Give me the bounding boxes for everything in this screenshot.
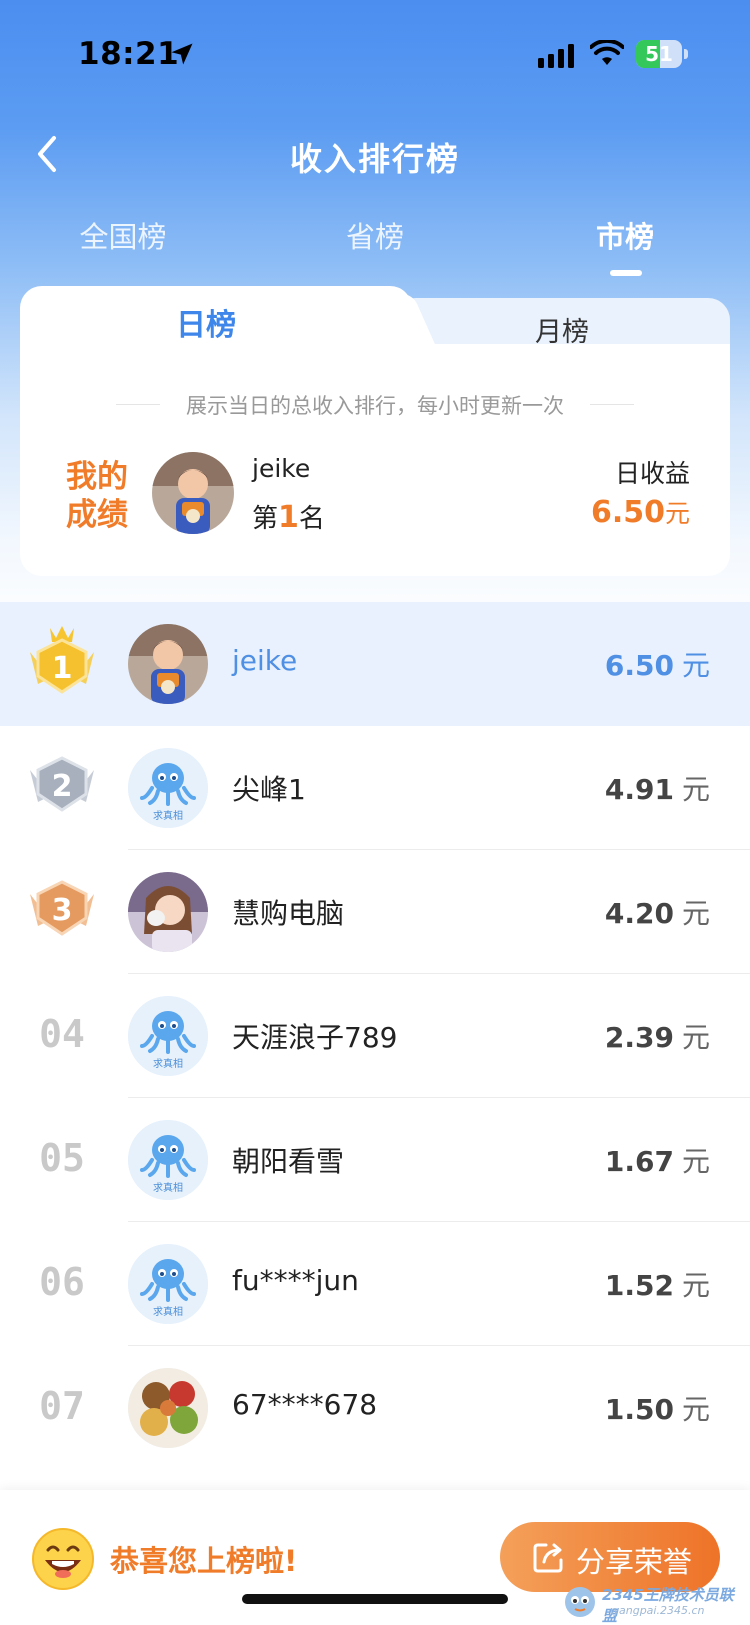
earnings-amount: 6.50: [590, 495, 665, 530]
row-earnings-unit: 元: [681, 1145, 710, 1178]
row-earnings-value: 2.39: [604, 1021, 674, 1054]
avatar: 求真相: [128, 1244, 208, 1324]
ranking-row[interactable]: 3 慧购电脑 4.20 元: [0, 850, 750, 974]
rank-number: 05: [39, 1136, 85, 1180]
watermark-sub: wangpai.2345.cn: [610, 1604, 705, 1617]
rank-prefix: 第: [252, 504, 279, 534]
my-rank: 第1名: [252, 498, 325, 535]
row-earnings: 6.50 元: [605, 644, 710, 684]
row-earnings-value: 1.50: [604, 1393, 674, 1426]
row-earnings-value: 6.50: [604, 649, 674, 682]
battery-indicator: 51: [636, 40, 688, 68]
rank-number: 04: [39, 1012, 85, 1056]
cellular-signal-icon: [538, 44, 574, 68]
my-avatar: [152, 452, 234, 534]
my-username: jeike: [252, 454, 311, 483]
row-earnings: 1.67 元: [605, 1140, 710, 1180]
mascot-icon: [565, 1587, 595, 1617]
row-username: 天涯浪子789: [232, 1021, 398, 1054]
rank-number: 1: [278, 500, 299, 535]
row-earnings: 1.52 元: [605, 1264, 710, 1304]
row-earnings-value: 1.67: [604, 1145, 674, 1178]
ranking-row[interactable]: 1 jeike 6.50 元: [0, 602, 750, 726]
row-earnings-unit: 元: [681, 1021, 710, 1054]
home-indicator[interactable]: [242, 1594, 508, 1604]
my-score-card: 日榜 月榜 展示当日的总收入排行，每小时更新一次 我的成绩 jeike 第1名 …: [20, 286, 730, 576]
congrats-message: 恭喜您上榜啦!: [110, 1544, 298, 1578]
share-honor-button[interactable]: 分享荣誉: [500, 1522, 720, 1592]
smiling-face-icon: [32, 1528, 94, 1590]
row-earnings: 1.50 元: [605, 1388, 710, 1428]
avatar: [128, 624, 208, 704]
avatar: [128, 872, 208, 952]
row-earnings-unit: 元: [681, 1269, 710, 1302]
avatar: 求真相: [128, 996, 208, 1076]
rank-label: 2: [52, 769, 73, 804]
ranking-list: 1 jeike 6.50 元 2 求真相 尖峰1 4.91 元 3 慧购电脑 4…: [0, 602, 750, 1470]
avatar: 求真相: [128, 1120, 208, 1200]
row-username: jeike: [232, 644, 298, 677]
my-score-label: 我的成绩: [66, 459, 128, 533]
period-hint: 展示当日的总收入排行，每小时更新一次: [186, 394, 564, 418]
ranking-row[interactable]: 05 求真相 朝阳看雪 1.67 元: [0, 1098, 750, 1222]
row-earnings-value: 4.20: [604, 897, 674, 930]
watermark: 2345王牌技术员联盟 wangpai.2345.cn: [562, 1584, 742, 1625]
page-title: 收入排行榜: [289, 140, 460, 178]
rank-label: 3: [52, 893, 73, 928]
daily-earnings-value: 6.50元: [591, 494, 690, 530]
row-earnings: 4.20 元: [605, 892, 710, 932]
rank-number: 06: [39, 1260, 85, 1304]
row-username: 67****678: [232, 1388, 378, 1421]
row-username: 尖峰1: [232, 773, 306, 806]
earnings-unit: 元: [664, 499, 690, 528]
share-icon: [533, 1543, 563, 1573]
rank-suffix: 名: [298, 504, 325, 534]
row-username: 朝阳看雪: [232, 1145, 345, 1178]
tab-city[interactable]: 市榜: [550, 214, 700, 256]
tab-monthly-label[interactable]: 月榜: [394, 310, 730, 349]
ranking-row[interactable]: 06 求真相 fu****jun 1.52 元: [0, 1222, 750, 1346]
octopus-caption: 求真相: [153, 1057, 183, 1070]
bronze-medal-icon: 3: [30, 880, 94, 936]
octopus-caption: 求真相: [153, 809, 183, 822]
octopus-caption: 求真相: [153, 1305, 183, 1318]
octopus-avatar-icon: 求真相: [128, 996, 208, 1076]
scope-tabs: 全国榜 省榜 市榜: [0, 214, 750, 276]
rank-number: 07: [39, 1384, 85, 1428]
battery-level: 51: [645, 42, 673, 66]
row-earnings-unit: 元: [681, 897, 710, 930]
ranking-row[interactable]: 2 求真相 尖峰1 4.91 元: [0, 726, 750, 850]
octopus-avatar-icon: 求真相: [128, 748, 208, 828]
row-earnings-unit: 元: [681, 649, 710, 682]
rank-label: 1: [52, 651, 73, 686]
status-bar: 18:21 51: [0, 0, 750, 100]
location-arrow-icon: [171, 43, 193, 65]
octopus-avatar-icon: 求真相: [128, 1244, 208, 1324]
active-tab-indicator: [610, 270, 642, 276]
row-earnings-unit: 元: [681, 773, 710, 806]
avatar: 求真相: [128, 748, 208, 828]
row-username: fu****jun: [232, 1264, 359, 1297]
row-username: 慧购电脑: [232, 897, 345, 930]
octopus-avatar-icon: 求真相: [128, 1120, 208, 1200]
tab-national[interactable]: 全国榜: [48, 214, 198, 256]
row-earnings-unit: 元: [681, 1393, 710, 1426]
tab-province[interactable]: 省榜: [300, 214, 450, 256]
ranking-row[interactable]: 04 求真相 天涯浪子789 2.39 元: [0, 974, 750, 1098]
tab-daily-label[interactable]: 日榜: [20, 300, 392, 344]
silver-medal-icon: 2: [30, 756, 94, 812]
gold-medal-icon: 1: [30, 626, 94, 694]
ranking-row[interactable]: 07 67****678 1.50 元: [0, 1346, 750, 1470]
row-earnings: 2.39 元: [605, 1016, 710, 1056]
row-earnings: 4.91 元: [605, 768, 710, 808]
wifi-icon: [590, 40, 624, 65]
row-earnings-value: 1.52: [604, 1269, 674, 1302]
avatar: [128, 1368, 208, 1448]
octopus-caption: 求真相: [153, 1181, 183, 1194]
row-earnings-value: 4.91: [604, 773, 674, 806]
share-button-label[interactable]: 分享荣誉: [576, 1539, 692, 1581]
status-time: 18:21: [78, 36, 180, 72]
daily-earnings-label: 日收益: [614, 459, 690, 488]
